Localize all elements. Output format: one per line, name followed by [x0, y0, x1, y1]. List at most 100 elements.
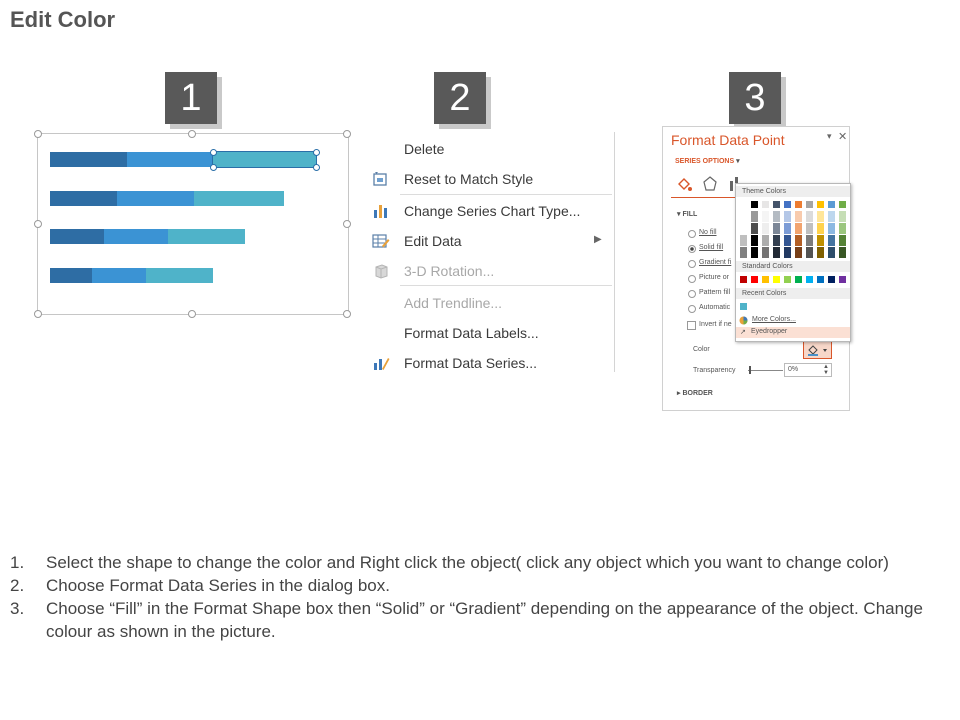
transparency-slider[interactable]: [748, 370, 783, 371]
invert-checkbox[interactable]: [687, 321, 696, 330]
eyedropper-item[interactable]: ↗ Eyedropper: [736, 327, 850, 338]
bar-segment[interactable]: [117, 191, 194, 206]
theme-color-swatch[interactable]: [773, 235, 780, 246]
theme-color-swatch[interactable]: [762, 247, 769, 258]
standard-color-swatch[interactable]: [740, 276, 747, 283]
standard-color-swatch[interactable]: [751, 276, 758, 283]
theme-color-swatch[interactable]: [839, 235, 846, 246]
selection-handle[interactable]: [210, 164, 218, 171]
resize-handle-tr[interactable]: [343, 130, 351, 138]
transparency-input[interactable]: 0% ▲ ▼: [784, 363, 832, 377]
theme-color-swatch[interactable]: [839, 247, 846, 258]
spinner-icon[interactable]: ▲ ▼: [823, 364, 829, 376]
radio-solid-fill[interactable]: [688, 245, 696, 253]
theme-color-swatch[interactable]: [795, 247, 802, 258]
bar-segment[interactable]: [50, 191, 118, 206]
bar-segment[interactable]: [146, 268, 214, 283]
theme-color-swatch[interactable]: [773, 211, 780, 222]
theme-color-swatch[interactable]: [839, 201, 846, 208]
theme-color-swatch[interactable]: [806, 247, 813, 258]
menu-item-3d-rotation[interactable]: 3-D Rotation...: [366, 258, 612, 284]
more-colors-item[interactable]: More Colors...: [738, 315, 848, 326]
border-section-header[interactable]: ▸ BORDER: [677, 389, 713, 397]
theme-color-swatch[interactable]: [762, 235, 769, 246]
menu-item-format-data-labels[interactable]: Format Data Labels...: [366, 320, 612, 346]
theme-color-swatch[interactable]: [795, 235, 802, 246]
menu-item-reset-style[interactable]: Reset to Match Style: [366, 166, 612, 192]
theme-color-swatch[interactable]: [828, 247, 835, 258]
theme-color-swatch[interactable]: [751, 223, 758, 234]
theme-color-swatch[interactable]: [817, 247, 824, 258]
chart-area[interactable]: [37, 133, 349, 315]
theme-color-swatch[interactable]: [784, 201, 791, 208]
resize-handle-tl[interactable]: [34, 130, 42, 138]
radio-no-fill[interactable]: [688, 230, 696, 238]
standard-color-swatch[interactable]: [784, 276, 791, 283]
theme-color-swatch[interactable]: [751, 211, 758, 222]
theme-color-swatch[interactable]: [784, 235, 791, 246]
menu-item-add-trendline[interactable]: Add Trendline...: [366, 290, 612, 316]
resize-handle-r[interactable]: [343, 220, 351, 228]
bar-segment[interactable]: [210, 149, 320, 171]
bar-segment[interactable]: [50, 268, 92, 283]
slider-thumb[interactable]: [749, 366, 751, 374]
close-icon[interactable]: ✕: [838, 130, 847, 143]
theme-color-swatch[interactable]: [762, 223, 769, 234]
bar-segment[interactable]: [126, 152, 214, 167]
menu-item-delete[interactable]: Delete: [366, 136, 612, 162]
theme-color-swatch[interactable]: [751, 201, 758, 208]
theme-color-swatch[interactable]: [806, 211, 813, 222]
menu-item-change-chart-type[interactable]: Change Series Chart Type...: [366, 198, 612, 224]
theme-color-swatch[interactable]: [740, 201, 747, 208]
resize-handle-bl[interactable]: [34, 310, 42, 318]
theme-color-swatch[interactable]: [751, 235, 758, 246]
theme-color-swatch[interactable]: [817, 211, 824, 222]
series-options-menu[interactable]: SERIES OPTIONS ▾: [675, 157, 740, 165]
resize-handle-l[interactable]: [34, 220, 42, 228]
theme-color-swatch[interactable]: [740, 247, 747, 258]
pane-dropdown-icon[interactable]: ▾: [827, 131, 832, 142]
theme-color-swatch[interactable]: [784, 247, 791, 258]
selection-handle[interactable]: [312, 164, 320, 171]
theme-color-swatch[interactable]: [795, 201, 802, 208]
bar-segment[interactable]: [50, 229, 105, 244]
theme-color-swatch[interactable]: [795, 223, 802, 234]
theme-color-swatch[interactable]: [740, 223, 747, 234]
theme-color-swatch[interactable]: [806, 201, 813, 208]
theme-color-swatch[interactable]: [762, 201, 769, 208]
theme-color-swatch[interactable]: [740, 235, 747, 246]
theme-color-swatch[interactable]: [762, 211, 769, 222]
selection-handle[interactable]: [210, 149, 218, 156]
standard-color-swatch[interactable]: [806, 276, 813, 283]
theme-color-swatch[interactable]: [817, 223, 824, 234]
theme-color-swatch[interactable]: [839, 211, 846, 222]
standard-color-swatch[interactable]: [773, 276, 780, 283]
bar-segment[interactable]: [104, 229, 169, 244]
theme-color-swatch[interactable]: [773, 201, 780, 208]
fill-section-header[interactable]: ▾ FILL: [677, 210, 697, 218]
theme-color-swatch[interactable]: [828, 201, 835, 208]
theme-color-swatch[interactable]: [751, 247, 758, 258]
standard-color-swatch[interactable]: [828, 276, 835, 283]
theme-color-swatch[interactable]: [839, 223, 846, 234]
bar-segment[interactable]: [194, 191, 284, 206]
standard-color-swatch[interactable]: [817, 276, 824, 283]
theme-color-swatch[interactable]: [828, 223, 835, 234]
fill-line-tab-icon[interactable]: [675, 175, 693, 193]
radio-picture-fill[interactable]: [688, 275, 696, 283]
resize-handle-b[interactable]: [188, 310, 196, 318]
bar-segment[interactable]: [50, 152, 127, 167]
recent-swatch[interactable]: [740, 303, 747, 310]
theme-color-swatch[interactable]: [806, 235, 813, 246]
resize-handle-t[interactable]: [188, 130, 196, 138]
standard-color-swatch[interactable]: [839, 276, 846, 283]
theme-color-swatch[interactable]: [817, 235, 824, 246]
color-picker-button[interactable]: [803, 341, 832, 359]
theme-color-swatch[interactable]: [773, 223, 780, 234]
bar-segment[interactable]: [168, 229, 246, 244]
radio-gradient-fill[interactable]: [688, 260, 696, 268]
menu-item-edit-data[interactable]: Edit Data ▶: [366, 228, 612, 254]
theme-color-swatch[interactable]: [740, 211, 747, 222]
resize-handle-br[interactable]: [343, 310, 351, 318]
standard-color-swatch[interactable]: [795, 276, 802, 283]
